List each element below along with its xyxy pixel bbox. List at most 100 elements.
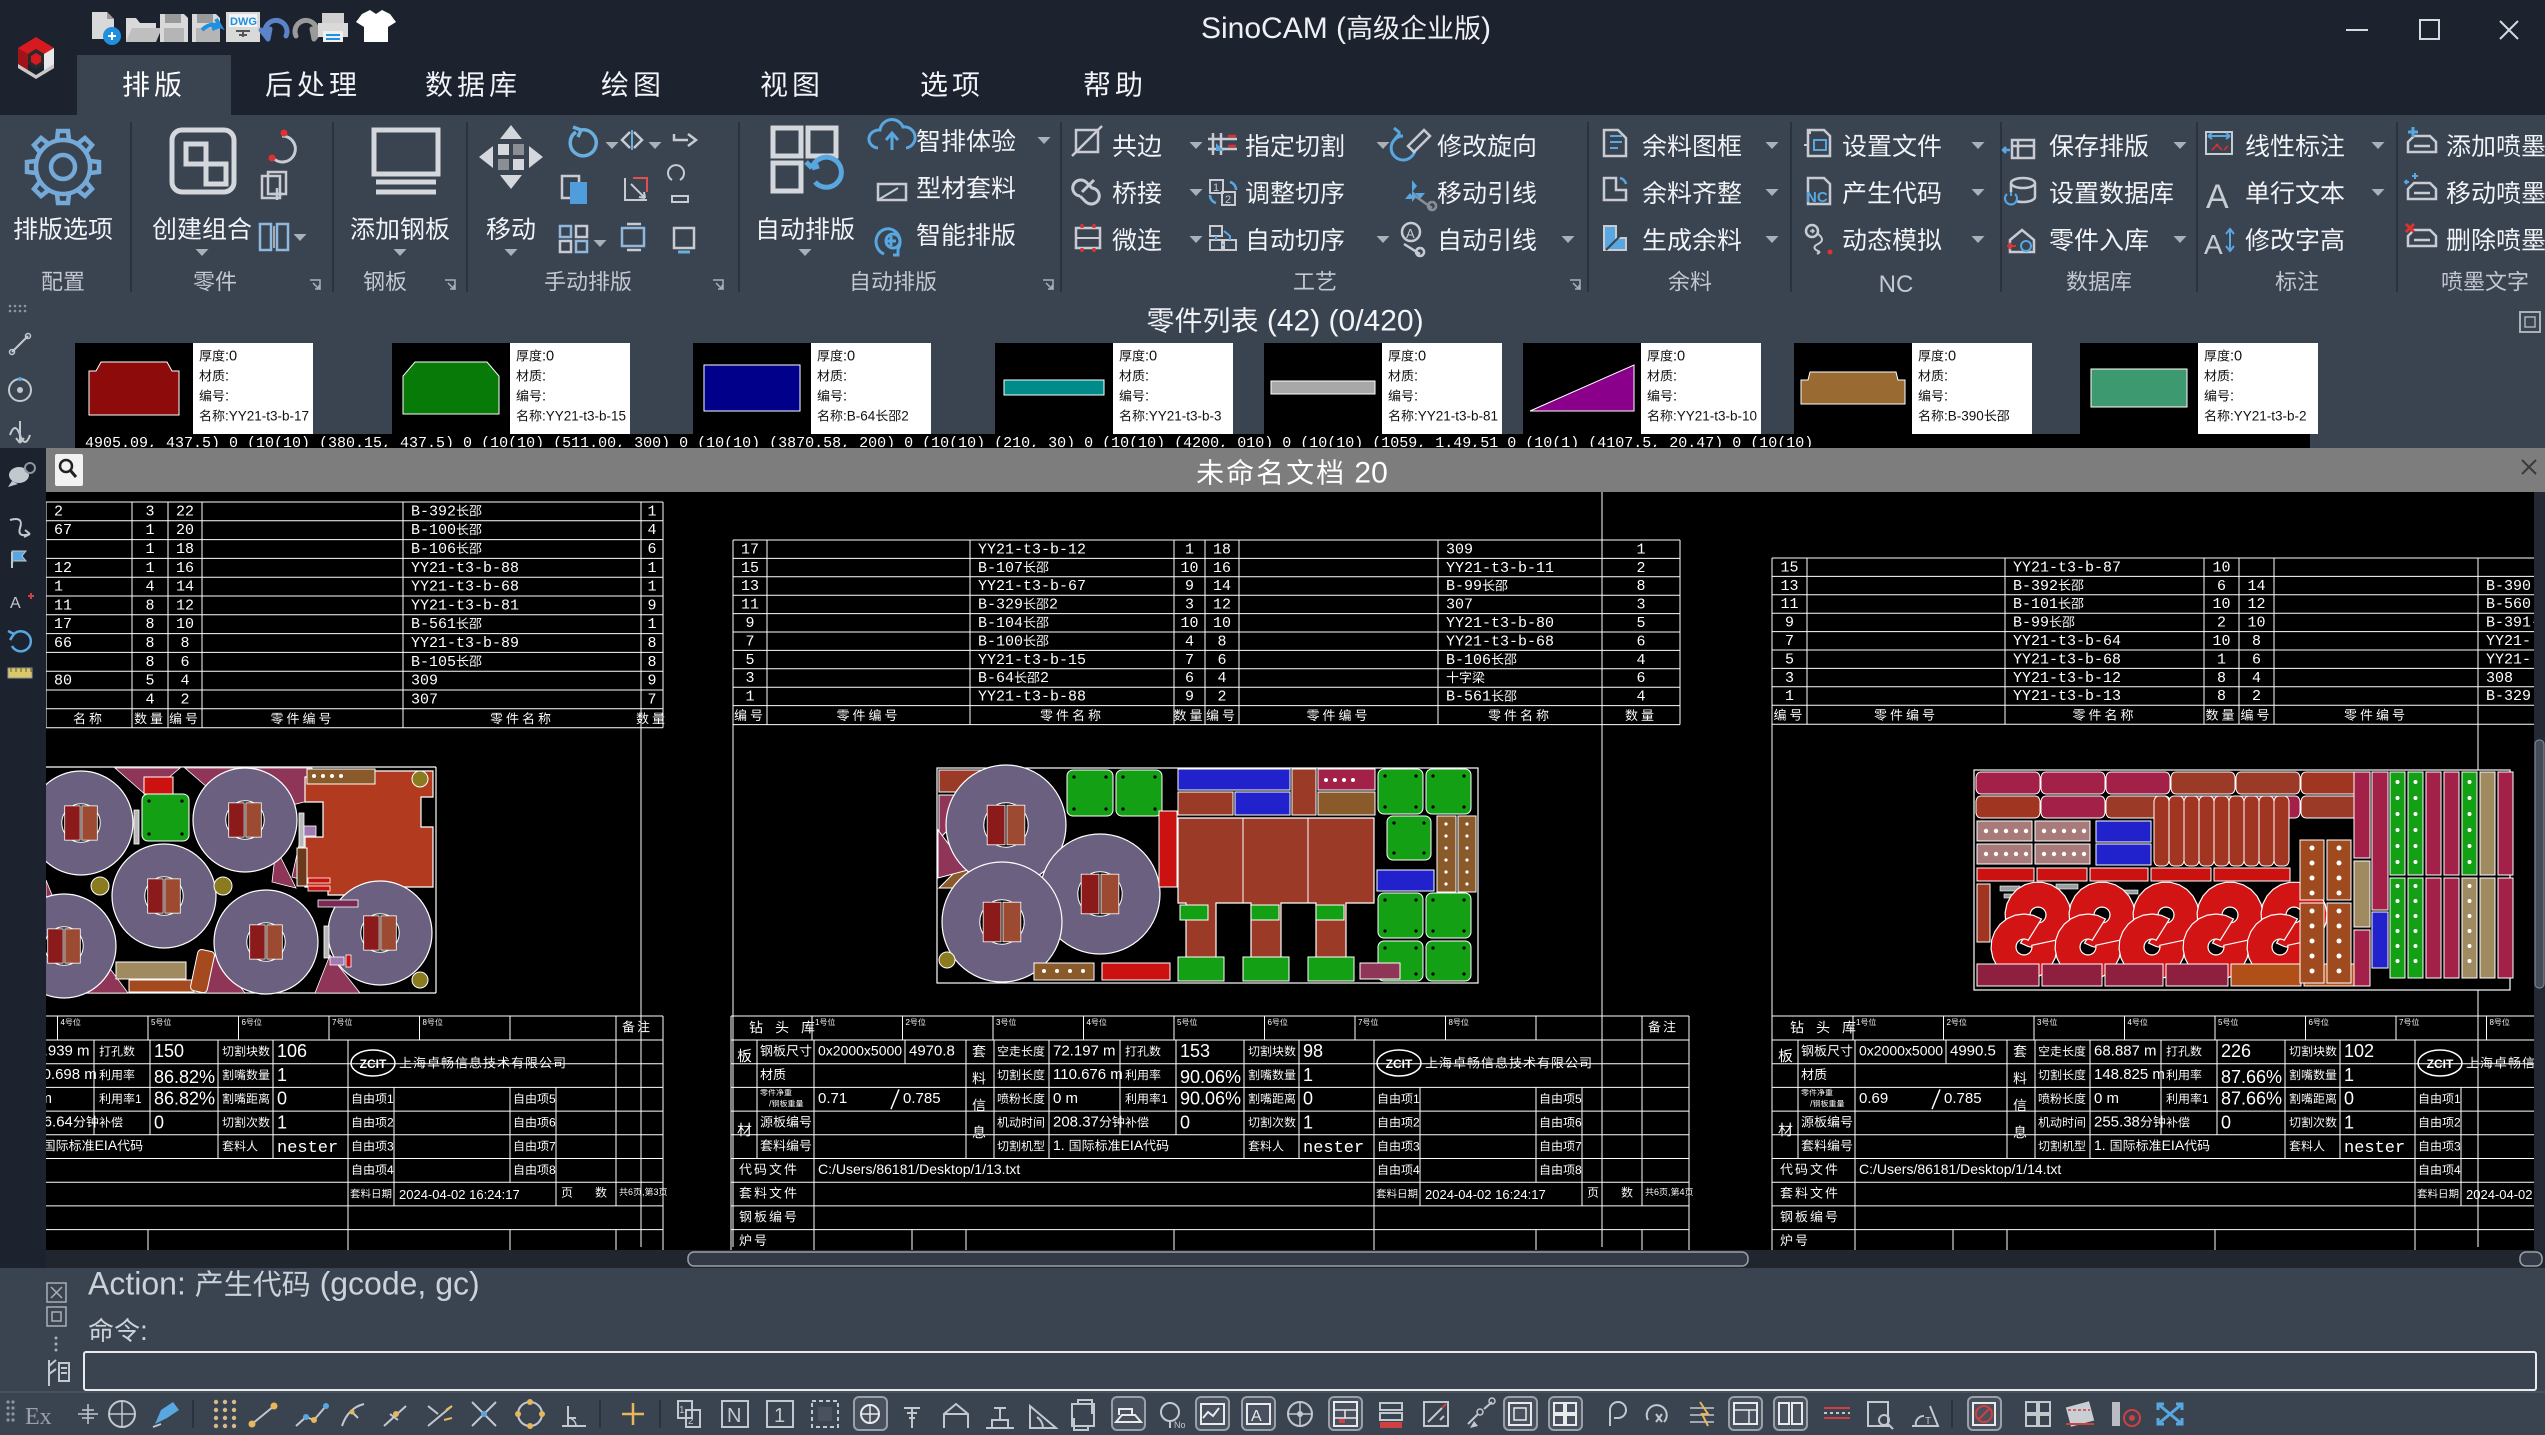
svg-text:10: 10	[1181, 560, 1199, 577]
svg-text:3: 3	[2037, 1018, 2042, 1027]
svg-text::YY21-t3-b-3: :YY21-t3-b-3	[1145, 408, 1222, 423]
svg-text:B-392: B-392	[2013, 578, 2058, 595]
svg-text:nester: nester	[1303, 1139, 1364, 1158]
svg-text:3: 3	[1785, 670, 1794, 687]
svg-text:7: 7	[648, 691, 657, 708]
svg-text:B-99: B-99	[2013, 615, 2049, 632]
svg-text::: :	[1673, 368, 1677, 384]
svg-text:A: A	[1251, 1408, 1262, 1425]
svg-text:14: 14	[2248, 578, 2266, 595]
svg-text:EIA: EIA	[2162, 1137, 2185, 1153]
svg-text:10: 10	[2213, 596, 2231, 613]
svg-text:90.06%: 90.06%	[1180, 1089, 1241, 1109]
svg-text:5: 5	[1575, 1092, 1582, 1106]
svg-text:(42) (0/420): (42) (0/420)	[1259, 305, 1424, 338]
svg-text:2024-04-02 16:24:17: 2024-04-02 16:24:17	[399, 1187, 520, 1202]
svg-text:150: 150	[154, 1041, 184, 1061]
svg-text:2: 2	[688, 1416, 694, 1427]
svg-text:90.06%: 90.06%	[1180, 1067, 1241, 1087]
svg-text:10: 10	[2213, 633, 2231, 650]
svg-text:5: 5	[2218, 1018, 2223, 1027]
svg-text:1: 1	[2202, 1092, 2209, 1106]
svg-text:9: 9	[648, 597, 657, 614]
svg-text:8: 8	[1218, 633, 1227, 650]
svg-text:SinoCAM (: SinoCAM (	[1201, 12, 1346, 45]
svg-text:8: 8	[146, 635, 155, 652]
svg-text:1: 1	[648, 503, 657, 520]
svg-text:0: 0	[154, 1112, 164, 1132]
svg-text:10: 10	[2248, 615, 2266, 632]
svg-text::: :	[140, 1315, 148, 1346]
svg-text:YY21-t3-b-80: YY21-t3-b-80	[1446, 615, 1554, 632]
svg-text:B-99: B-99	[1446, 578, 1482, 595]
svg-text:309: 309	[411, 673, 438, 690]
svg-text:110.698 m: 110.698 m	[27, 1066, 97, 1083]
svg-text:110.676 m: 110.676 m	[1053, 1066, 1123, 1083]
svg-text:2024-04-02 16:24:17: 2024-04-02 16:24:17	[1425, 1187, 1546, 1202]
svg-text::: :	[1944, 368, 1948, 384]
svg-text:1: 1	[1637, 541, 1646, 558]
svg-text:11: 11	[741, 597, 759, 614]
svg-text:8: 8	[146, 616, 155, 633]
svg-text:148.825 m: 148.825 m	[2094, 1066, 2165, 1083]
svg-text:YY21-t3-b-88: YY21-t3-b-88	[978, 689, 1086, 706]
svg-text:B-101: B-101	[2013, 596, 2058, 613]
svg-text:11: 11	[1781, 596, 1799, 613]
svg-text:17: 17	[54, 616, 72, 633]
svg-text:8: 8	[423, 1018, 428, 1027]
svg-text:YY21-t3-b-12: YY21-t3-b-12	[978, 541, 1086, 558]
svg-text:8: 8	[181, 635, 190, 652]
svg-text:No: No	[1174, 1420, 1186, 1430]
svg-text::: :	[225, 388, 229, 404]
svg-text:8: 8	[2252, 633, 2261, 650]
svg-text:YY21-t3-b-13: YY21-t3-b-13	[2013, 688, 2121, 705]
svg-text:6: 6	[1218, 652, 1227, 669]
svg-text:YY21-t3-b-81: YY21-t3-b-81	[411, 597, 519, 614]
svg-text:4: 4	[146, 579, 155, 596]
svg-text:10: 10	[1213, 615, 1231, 632]
svg-text:14: 14	[176, 579, 194, 596]
svg-text:1: 1	[277, 1112, 287, 1132]
svg-text:226: 226	[2221, 1041, 2251, 1061]
svg-text:0.69: 0.69	[1859, 1090, 1888, 1107]
svg-text::: :	[1145, 388, 1149, 404]
svg-text:1: 1	[146, 522, 155, 539]
svg-text:A: A	[10, 595, 21, 612]
svg-text:1: 1	[1213, 182, 1219, 194]
svg-text:0: 0	[1303, 1089, 1313, 1109]
svg-text:308: 308	[2486, 670, 2513, 687]
svg-text:4: 4	[2128, 1018, 2133, 1027]
svg-text:B-106: B-106	[1446, 652, 1491, 669]
svg-text:NC: NC	[1879, 271, 1914, 298]
svg-text:T: T	[1925, 1416, 1931, 1427]
svg-text:7: 7	[1358, 1018, 1363, 1027]
svg-text:1: 1	[1303, 1065, 1313, 1085]
svg-text:0.785: 0.785	[1944, 1090, 1982, 1107]
svg-text:1: 1	[679, 1405, 685, 1416]
svg-text:1: 1	[1303, 1112, 1313, 1132]
svg-text:YY21-t3-b-11: YY21-t3-b-11	[1446, 560, 1554, 577]
svg-text:YY21-: YY21-	[2486, 633, 2531, 650]
svg-text:YY21-t3-b-87: YY21-t3-b-87	[2013, 559, 2121, 576]
svg-text:2: 2	[1218, 689, 1227, 706]
svg-text:0 m: 0 m	[1053, 1090, 1078, 1107]
svg-text:1: 1	[648, 560, 657, 577]
svg-text:C:/Users/86181/Desktop/1/14.tx: C:/Users/86181/Desktop/1/14.txt	[1859, 1161, 2061, 1177]
svg-text::: :	[1145, 368, 1149, 384]
svg-text:86.82%: 86.82%	[154, 1067, 215, 1087]
svg-text:7: 7	[2399, 1018, 2404, 1027]
svg-text:153: 153	[1180, 1041, 1210, 1061]
svg-text:4: 4	[1185, 633, 1194, 650]
svg-text:6: 6	[1268, 1018, 1273, 1027]
svg-text:2: 2	[906, 1018, 911, 1027]
svg-text:8: 8	[1637, 578, 1646, 595]
svg-text:16: 16	[1213, 560, 1231, 577]
svg-text:DWG: DWG	[230, 16, 257, 28]
svg-text:255.38: 255.38	[2094, 1114, 2140, 1131]
svg-text:8: 8	[2217, 670, 2226, 687]
svg-text:B-329: B-329	[978, 597, 1023, 614]
svg-text:0: 0	[277, 1089, 287, 1109]
svg-text:EIA: EIA	[95, 1137, 118, 1153]
svg-text:B-100: B-100	[411, 522, 456, 539]
svg-text:4: 4	[61, 1018, 66, 1027]
